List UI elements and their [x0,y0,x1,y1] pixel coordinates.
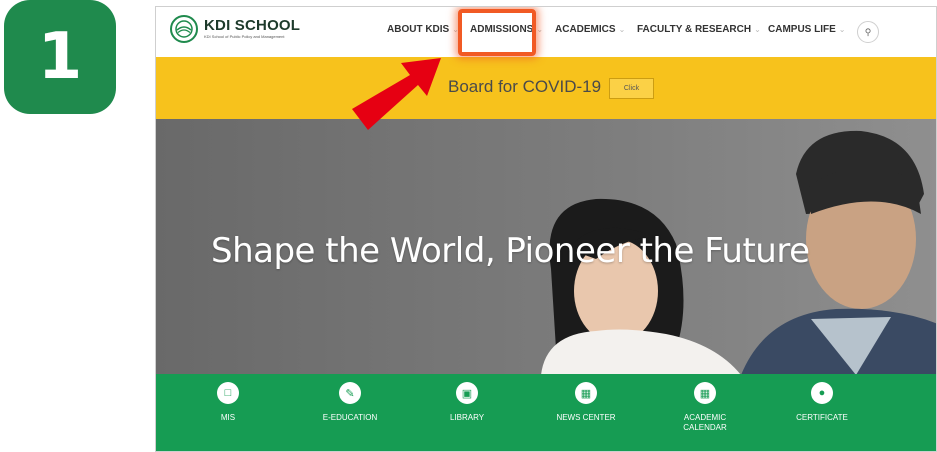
nav-about-kdis-label: ABOUT KDIS [387,24,450,35]
nav-academics-label: ACADEMICS [555,24,616,35]
website-screenshot: KDI SCHOOL KDI School of Public Policy a… [155,6,937,452]
top-navigation-bar: KDI SCHOOL KDI School of Public Policy a… [156,7,936,58]
logo-subtitle: KDI School of Public Policy and Manageme… [204,34,285,39]
chevron-down-icon: ⌄ [618,25,626,34]
quick-link-label: NEWS CENTER [556,413,616,422]
covid-notice-banner: Board for COVID-19 Click [156,57,936,119]
quick-link-academic-calendar[interactable]: ▦ ACADEMIC CALENDAR [655,382,755,433]
chevron-down-icon: ⌄ [754,25,761,34]
search-icon: ⚲ [864,26,872,37]
kdi-emblem-icon [170,15,198,43]
library-icon: ▣ [456,382,478,404]
nav-about-kdis[interactable]: ABOUT KDIS ⌄ [387,24,459,35]
hero-image: Shape the World, Pioneer the Future [156,119,936,375]
logo-title: KDI SCHOOL [204,17,301,34]
step-number: 1 [37,20,83,94]
pencil-icon: ✎ [339,382,361,404]
quick-link-e-education[interactable]: ✎ E-EDUCATION [300,382,400,423]
search-button[interactable]: ⚲ [857,21,879,43]
quick-link-label: E-EDUCATION [322,413,378,422]
banner-click-button[interactable]: Click [609,78,654,99]
kdi-school-logo[interactable]: KDI SCHOOL KDI School of Public Policy a… [170,15,300,43]
step-number-badge: 1 [4,0,116,114]
nav-faculty-research[interactable]: FACULTY & RESEARCH ⌄ [637,24,761,35]
chevron-down-icon: ⌄ [536,25,544,34]
quick-link-library[interactable]: ▣ LIBRARY [417,382,517,423]
quick-link-label: ACADEMIC CALENDAR [683,413,727,432]
news-icon: ▦ [575,382,597,404]
chevron-down-icon: ⌄ [838,25,846,34]
hero-title: Shape the World, Pioneer the Future [211,231,810,271]
quick-link-certificate[interactable]: ● CERTIFICATE [772,382,872,423]
laptop-icon: □ [217,382,239,404]
quick-link-label: CERTIFICATE [796,413,848,422]
nav-campus-life[interactable]: CAMPUS LIFE ⌄ [768,24,845,35]
calendar-icon: ▦ [694,382,716,404]
certificate-icon: ● [811,382,833,404]
nav-faculty-research-label: FACULTY & RESEARCH [637,24,752,35]
quick-link-mis[interactable]: □ MIS [178,382,278,423]
quick-link-news-center[interactable]: ▦ NEWS CENTER [536,382,636,423]
pointer-arrow-icon [352,58,441,130]
banner-click-label: Click [623,85,640,92]
quick-links-bar: □ MIS ✎ E-EDUCATION ▣ LIBRARY ▦ NEWS CEN… [156,374,936,451]
quick-link-label: MIS [220,413,236,422]
quick-link-label: LIBRARY [449,413,485,422]
nav-academics[interactable]: ACADEMICS ⌄ [555,24,625,35]
nav-campus-life-label: CAMPUS LIFE [768,24,836,35]
